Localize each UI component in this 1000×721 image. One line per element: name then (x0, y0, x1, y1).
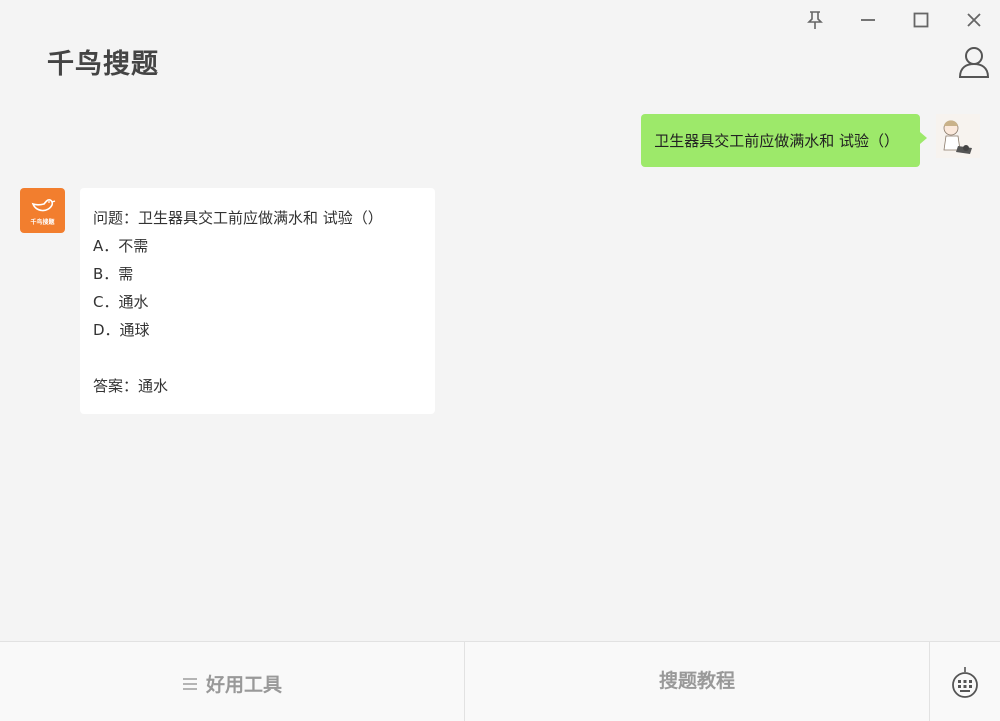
useful-tools-button[interactable]: 好用工具 (0, 642, 465, 721)
bot-message-bubble: 问题：卫生器具交工前应做满水和 试验（） A．不需 B．需 C．通水 D．通球 … (80, 188, 435, 414)
search-tutorial-label: 搜题教程 (658, 670, 735, 692)
bot-avatar: 千鸟搜题 (20, 188, 65, 233)
option-b: B．需 (93, 265, 134, 283)
pin-icon (806, 11, 823, 29)
bird-logo-icon (31, 198, 55, 211)
question-text: 问题：卫生器具交工前应做满水和 试验（） (93, 209, 383, 227)
maximize-icon (913, 12, 928, 28)
user-profile-button[interactable] (958, 45, 990, 79)
search-tutorial-button[interactable]: 搜题教程 (465, 642, 930, 721)
option-a: A．不需 (93, 237, 149, 255)
close-icon (966, 13, 981, 27)
bottom-toolbar: 好用工具 搜题教程 (0, 641, 1000, 721)
user-message: 卫生器具交工前应做满水和 试验（） (641, 114, 927, 167)
minimize-icon (860, 19, 875, 21)
answer-text: 答案：通水 (93, 377, 169, 395)
option-d: D．通球 (93, 321, 150, 339)
app-title: 千鸟搜题 (47, 49, 159, 80)
close-button[interactable] (947, 0, 1000, 40)
window-controls (788, 0, 1000, 40)
menu-icon (182, 677, 198, 691)
keyboard-button[interactable] (930, 642, 1000, 721)
pin-button[interactable] (788, 0, 841, 40)
keyboard-icon (952, 666, 978, 698)
user-avatar (936, 114, 980, 158)
maximize-button[interactable] (894, 0, 947, 40)
minimize-button[interactable] (841, 0, 894, 40)
user-message-bubble: 卫生器具交工前应做满水和 试验（） (641, 114, 927, 167)
user-icon (958, 47, 990, 78)
option-c: C．通水 (93, 293, 149, 311)
bot-avatar-label: 千鸟搜题 (30, 218, 55, 226)
useful-tools-label: 好用工具 (205, 674, 282, 696)
